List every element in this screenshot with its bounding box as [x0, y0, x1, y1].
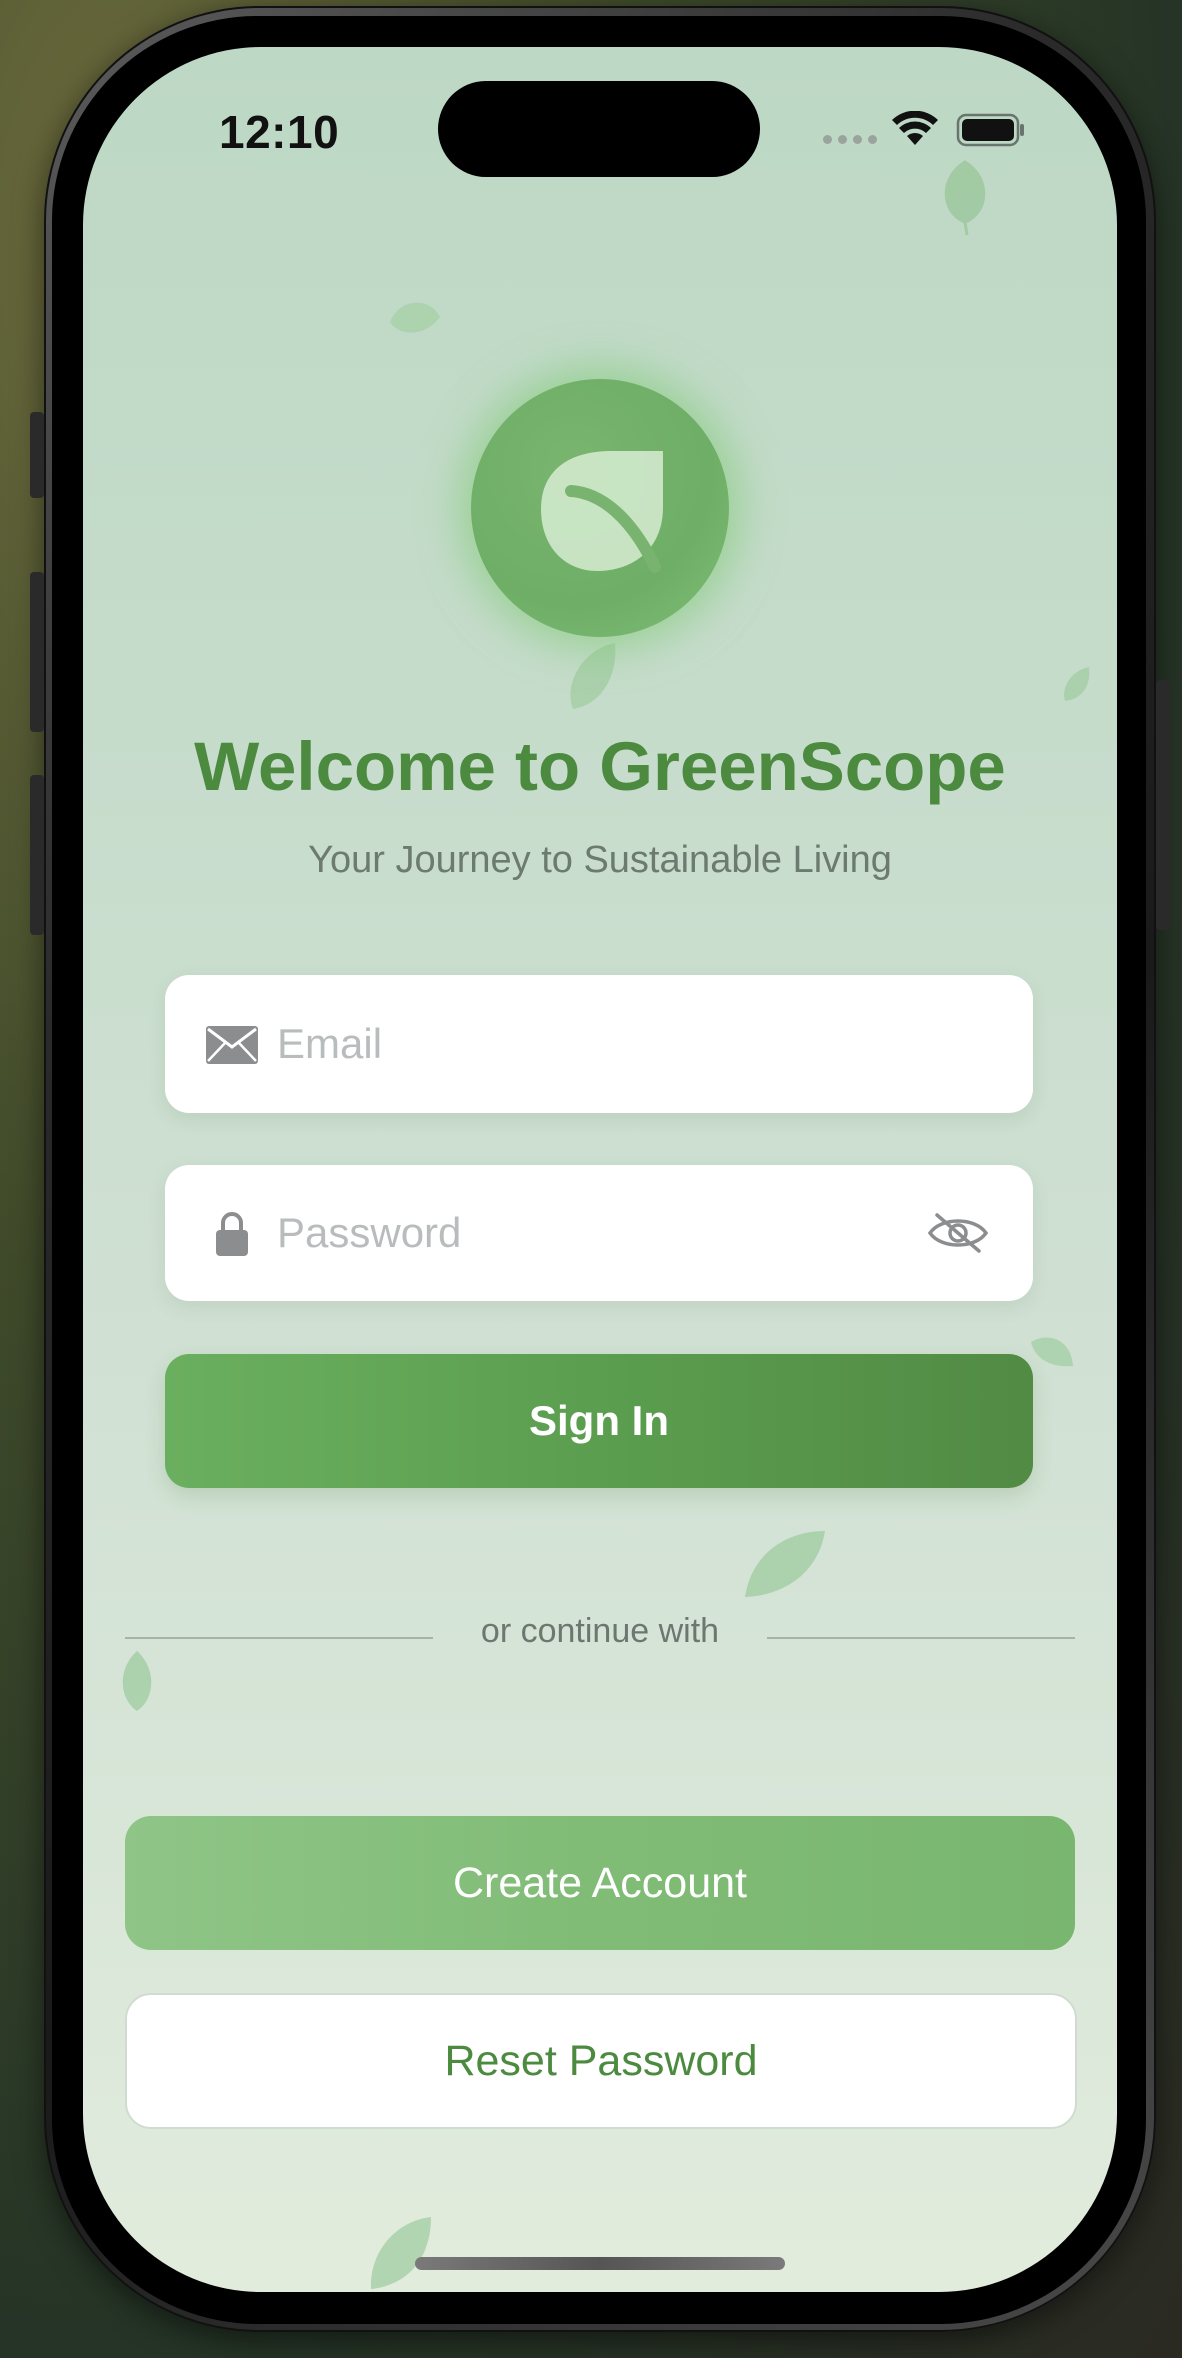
leaf-decoration-icon [1031, 1337, 1073, 1367]
email-field[interactable] [165, 975, 1033, 1113]
leaf-decoration-icon [370, 2217, 431, 2289]
dynamic-island [438, 81, 760, 177]
home-indicator[interactable] [415, 2257, 785, 2270]
reset-password-button[interactable]: Reset Password [125, 1993, 1077, 2129]
password-input[interactable] [277, 1165, 917, 1301]
wifi-icon [892, 111, 938, 145]
page-subtitle: Your Journey to Sustainable Living [308, 839, 892, 881]
action-button [30, 412, 44, 498]
leaf-decoration-icon [122, 1651, 152, 1711]
eye-slash-icon[interactable] [927, 1211, 989, 1255]
create-account-button[interactable]: Create Account [125, 1816, 1075, 1950]
envelope-icon [206, 1026, 258, 1064]
volume-up-button [30, 572, 44, 732]
battery-icon [956, 113, 1024, 147]
leaf-decoration-icon [745, 1531, 825, 1597]
power-button [1156, 680, 1170, 930]
leaf-decoration-icon [944, 160, 986, 236]
leaf-decoration-icon [570, 643, 616, 709]
lock-icon [216, 1212, 248, 1256]
leaf-icon [541, 451, 663, 573]
sign-in-button[interactable]: Sign In [165, 1354, 1033, 1488]
leaf-decoration-icon [1064, 667, 1090, 701]
leaf-decoration-icon [390, 302, 440, 333]
app-logo [471, 379, 729, 637]
page-title: Welcome to GreenScope [194, 728, 1006, 805]
divider-text: or continue with [480, 1612, 720, 1650]
status-time: 12:10 [219, 106, 340, 158]
app-screen: 12:10 Welcome to GreenScope Your Journey… [83, 47, 1117, 2292]
password-field[interactable] [165, 1165, 1033, 1301]
email-input[interactable] [277, 975, 917, 1113]
volume-down-button [30, 775, 44, 935]
divider-line-right [767, 1637, 1075, 1639]
cellular-signal-icon [823, 135, 877, 144]
